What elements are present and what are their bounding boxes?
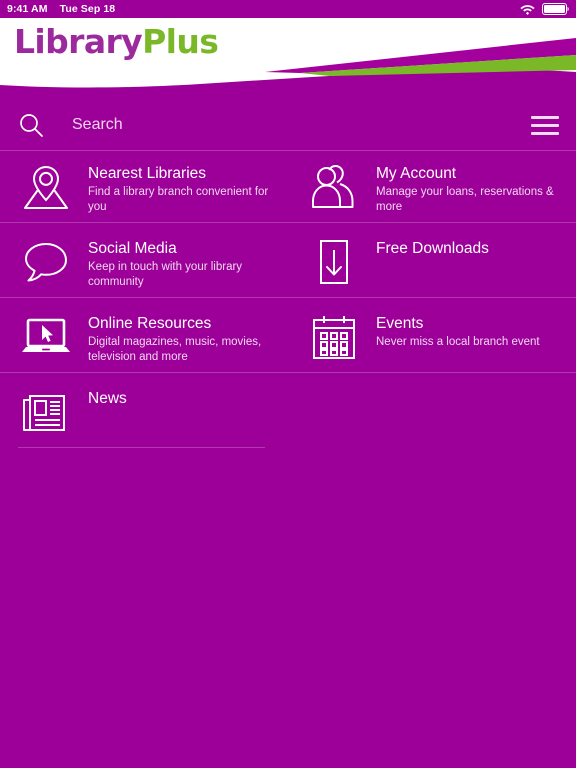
status-bar-indicators <box>520 3 569 15</box>
divider-row-2 <box>0 297 576 298</box>
status-bar-date: Tue Sep 18 <box>59 3 116 15</box>
logo-text-library: Library <box>14 22 143 61</box>
tile-subtitle: Never miss a local branch event <box>376 336 540 348</box>
hamburger-menu-icon-bar-1 <box>531 115 559 119</box>
tile-title: Nearest Libraries <box>88 165 207 182</box>
speech-bubble-icon <box>18 237 74 289</box>
tile-online-resources[interactable]: Online Resources Digital magazines, musi… <box>0 300 288 375</box>
tile-subtitle: Digital magazines, music, movies, televi… <box>88 336 262 363</box>
tile-free-downloads[interactable]: Free Downloads <box>288 225 576 300</box>
wifi-icon <box>520 4 535 15</box>
map-pin-icon <box>18 162 74 214</box>
users-icon <box>306 162 362 214</box>
menu-row-2: Social Media Keep in touch with your lib… <box>0 225 576 300</box>
battery-icon <box>542 3 569 15</box>
tile-text-free-downloads: Free Downloads <box>362 237 489 260</box>
search-icon <box>18 112 44 138</box>
menu-row-3: Online Resources Digital magazines, musi… <box>0 300 576 375</box>
app-root: 9:41 AM Tue Sep 18 LibraryPlus Search Ne… <box>0 0 576 768</box>
tile-title: News <box>88 390 127 407</box>
tile-news[interactable]: News <box>0 375 288 449</box>
tile-text-events: Events Never miss a local branch event <box>362 312 540 350</box>
search-button[interactable] <box>0 112 62 138</box>
tile-title: Events <box>376 315 424 332</box>
tile-text-my-account: My Account Manage your loans, reservatio… <box>362 162 566 215</box>
divider-row-3 <box>0 372 576 373</box>
tile-title: My Account <box>376 165 457 182</box>
tile-text-online-resources: Online Resources Digital magazines, musi… <box>74 312 278 365</box>
tile-nearest-libraries[interactable]: Nearest Libraries Find a library branch … <box>0 150 288 225</box>
search-bar <box>0 100 576 150</box>
tile-subtitle: Manage your loans, reservations & more <box>376 186 554 213</box>
logo-text-plus: Plus <box>142 22 219 61</box>
calendar-icon <box>306 312 362 364</box>
search-input[interactable] <box>62 105 514 145</box>
brand-banner: LibraryPlus <box>0 18 576 95</box>
tile-my-account[interactable]: My Account Manage your loans, reservatio… <box>288 150 576 225</box>
tile-text-nearest-libraries: Nearest Libraries Find a library branch … <box>74 162 278 215</box>
download-icon <box>306 237 362 289</box>
menu-row-4: News <box>0 375 576 449</box>
tile-title: Free Downloads <box>376 240 489 257</box>
hamburger-menu-button[interactable] <box>514 100 576 150</box>
tile-title: Online Resources <box>88 315 212 332</box>
tile-empty-slot <box>288 375 576 449</box>
hamburger-menu-icon-bar-3 <box>531 131 559 135</box>
tile-subtitle: Find a library branch convenient for you <box>88 186 269 213</box>
status-bar: 9:41 AM Tue Sep 18 <box>0 0 576 18</box>
app-logo: LibraryPlus <box>14 22 219 61</box>
divider-row-1 <box>0 222 576 223</box>
status-bar-time: 9:41 AM <box>7 3 48 15</box>
newspaper-icon <box>18 387 74 439</box>
tile-subtitle: Keep in touch with your library communit… <box>88 261 243 288</box>
laptop-cursor-icon <box>18 312 74 364</box>
tile-events[interactable]: Events Never miss a local branch event <box>288 300 576 375</box>
tile-text-news: News <box>74 387 127 410</box>
menu-grid: Nearest Libraries Find a library branch … <box>0 150 576 449</box>
tile-text-social-media: Social Media Keep in touch with your lib… <box>74 237 278 290</box>
tile-title: Social Media <box>88 240 177 257</box>
tile-social-media[interactable]: Social Media Keep in touch with your lib… <box>0 225 288 300</box>
hamburger-menu-icon-bar-2 <box>531 123 559 127</box>
menu-row-1: Nearest Libraries Find a library branch … <box>0 150 576 225</box>
divider-row-4 <box>18 447 265 448</box>
